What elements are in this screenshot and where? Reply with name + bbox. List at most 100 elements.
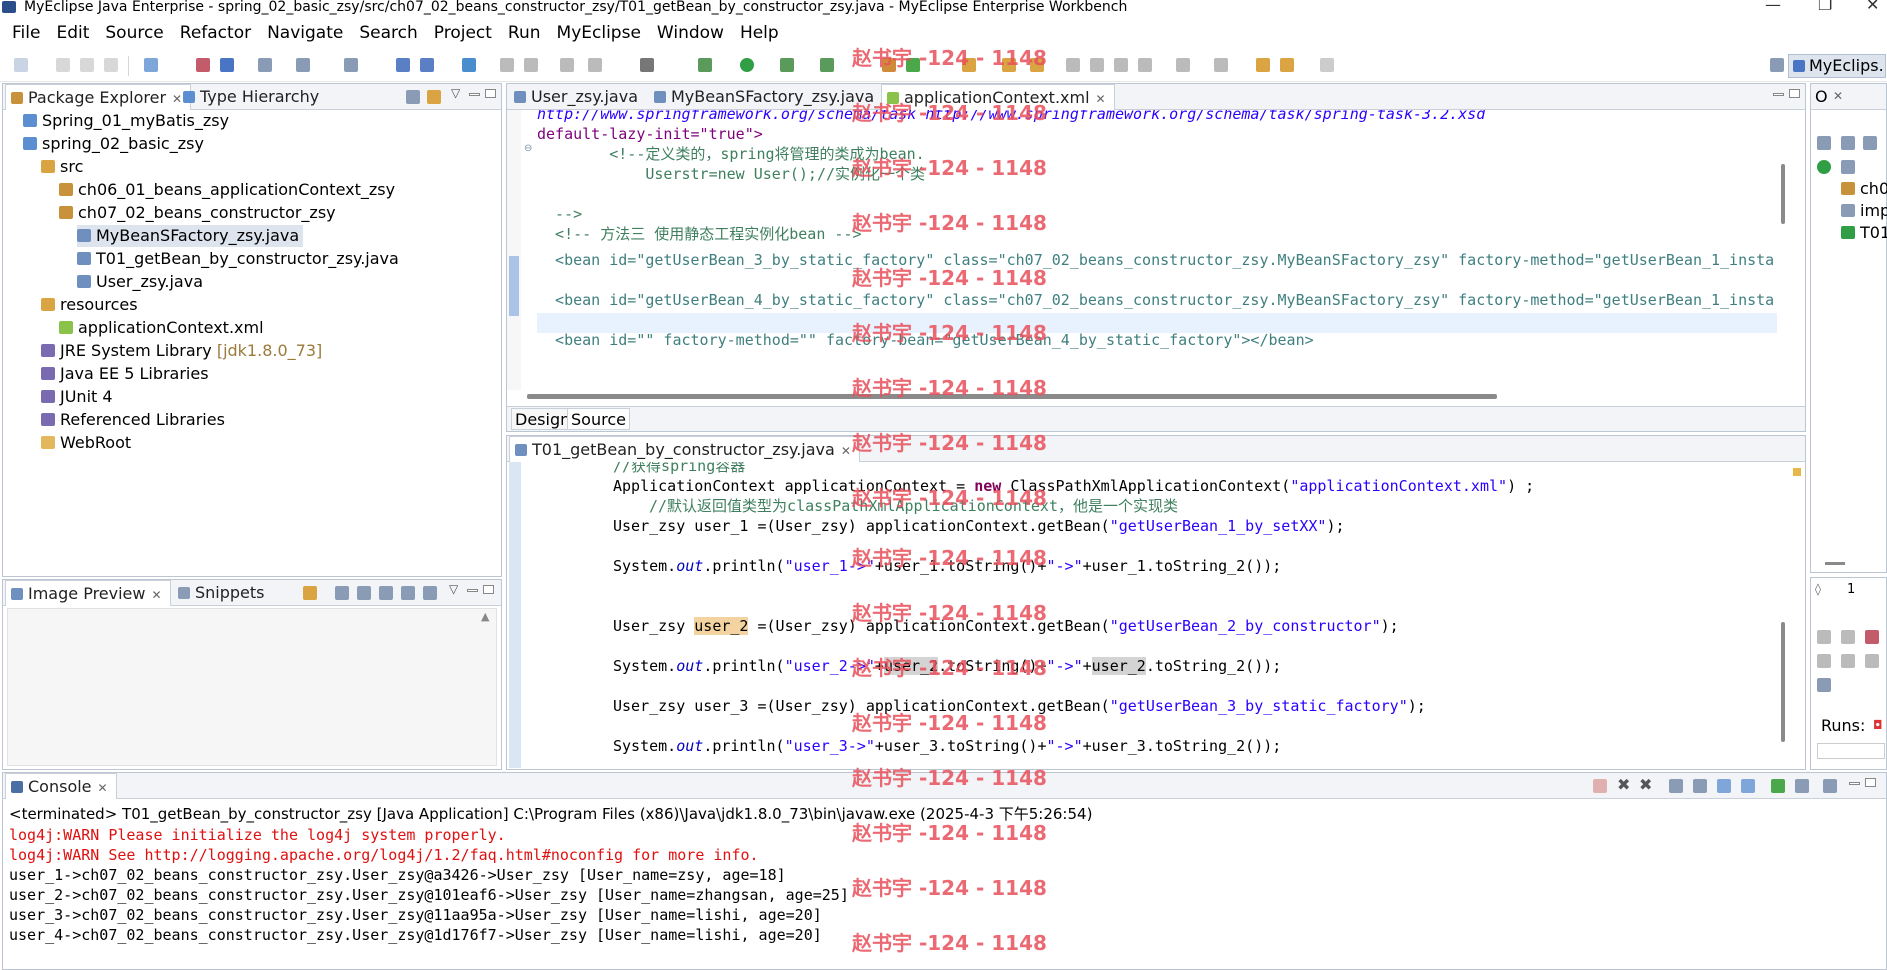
terminate-icon[interactable] — [1593, 779, 1607, 793]
minimize-icon[interactable] — [467, 589, 478, 592]
menu-window[interactable]: Window — [649, 23, 732, 43]
save-all-icon[interactable] — [80, 58, 94, 72]
menu-file[interactable]: File — [4, 23, 48, 43]
java-code-area[interactable]: //获得spring容器 ApplicationContext applicat… — [537, 462, 1777, 768]
scroll-up-icon[interactable]: ▲ — [481, 610, 489, 623]
fit-window-icon[interactable] — [423, 586, 437, 600]
junit-icon[interactable]: ◊ — [1815, 582, 1821, 596]
tab-application-context[interactable]: applicationContext.xml ✕ — [881, 84, 1115, 110]
xml-code-area[interactable]: http://www.springframework.org/schema/ta… — [537, 110, 1777, 390]
outline-item[interactable]: imp — [1841, 200, 1887, 222]
open-perspective-icon[interactable] — [1770, 58, 1784, 72]
display-console-icon[interactable] — [1795, 779, 1809, 793]
console-output[interactable]: log4j:WARN Please initialize the log4j s… — [3, 825, 1883, 965]
close-window-button[interactable]: ✕ — [1866, 0, 1879, 13]
coverage-icon[interactable] — [780, 58, 794, 72]
menu-refactor[interactable]: Refactor — [172, 23, 259, 43]
tab-snippets[interactable]: Snippets — [173, 580, 273, 606]
tab-user-zsy[interactable]: User_zsy.java — [509, 84, 646, 110]
next-annotation-icon[interactable] — [1176, 58, 1190, 72]
zoom-out-icon[interactable] — [357, 586, 371, 600]
tree-item[interactable]: JRE System Library [jdk1.8.0_73] — [41, 340, 326, 362]
debug-icon[interactable] — [698, 58, 712, 72]
pin-icon[interactable] — [1002, 58, 1016, 72]
hide-nonpublic-icon[interactable] — [1841, 160, 1855, 174]
browser-icon[interactable] — [258, 58, 272, 72]
tree-item[interactable]: applicationContext.xml — [59, 317, 268, 339]
save-icon[interactable] — [56, 58, 70, 72]
maximize-icon[interactable] — [485, 89, 496, 98]
minimize-icon[interactable] — [469, 93, 480, 96]
show-stderr-icon[interactable] — [1741, 779, 1755, 793]
tab-console[interactable]: Console ✕ — [5, 773, 117, 799]
tree-item[interactable]: User_zsy.java — [77, 271, 207, 293]
close-icon[interactable]: ✕ — [98, 781, 108, 795]
run-icon[interactable] — [740, 58, 754, 72]
open-console-icon[interactable] — [1823, 779, 1837, 793]
last-edit-icon[interactable] — [1256, 58, 1270, 72]
show-stdout-icon[interactable] — [1717, 779, 1731, 793]
prev-annotation-icon[interactable] — [1214, 58, 1228, 72]
history-icon[interactable] — [524, 58, 538, 72]
perspective-button[interactable]: MyEclips... — [1788, 54, 1886, 78]
tree-item[interactable]: spring_02_basic_zsy — [23, 133, 208, 155]
rerun-failed-icon[interactable] — [1841, 654, 1855, 668]
refresh-icon[interactable] — [303, 586, 317, 600]
monitor-icon[interactable] — [640, 58, 654, 72]
restore-window-button[interactable]: ❐ — [1818, 0, 1832, 13]
view-menu-icon[interactable]: ▽ — [451, 86, 460, 100]
new-class-icon[interactable] — [882, 58, 896, 72]
tree-item[interactable]: MyBeanSFactory_zsy.java — [77, 225, 304, 247]
tree-item[interactable]: WebRoot — [41, 432, 135, 454]
menu-myeclipse[interactable]: MyEclipse — [549, 23, 649, 43]
tree-item[interactable]: JUnit 4 — [41, 386, 117, 408]
tree-item[interactable]: ch07_02_beans_constructor_zsy — [59, 202, 340, 224]
maximize-icon[interactable] — [1789, 89, 1800, 98]
globe-icon[interactable] — [462, 58, 476, 72]
link-editor-icon[interactable] — [427, 90, 441, 104]
tab-mybeansfactory[interactable]: MyBeanSFactory_zsy.java — [649, 84, 882, 110]
view-menu-icon[interactable]: ▽ — [449, 582, 458, 596]
tree-item[interactable]: ch06_01_beans_applicationContext_zsy — [59, 179, 399, 201]
outline-item[interactable]: T01 — [1841, 222, 1887, 244]
back-icon[interactable] — [1280, 58, 1294, 72]
tab-package-explorer[interactable]: Package Explorer ✕ — [5, 84, 192, 110]
prev-failure-icon[interactable] — [1841, 630, 1855, 644]
close-icon[interactable]: ✕ — [841, 444, 851, 458]
tasks-icon[interactable] — [420, 58, 434, 72]
warning-marker-icon[interactable] — [1793, 468, 1801, 476]
outline-item[interactable]: ch0 — [1841, 178, 1887, 200]
next-failure-icon[interactable] — [1817, 630, 1831, 644]
actual-size-icon[interactable] — [401, 586, 415, 600]
hide-static-icon[interactable] — [1863, 136, 1877, 150]
block-select-icon[interactable] — [1114, 58, 1128, 72]
window-icon[interactable] — [560, 58, 574, 72]
tab-t01-getbean[interactable]: T01_getBean_by_constructor_zsy.java ✕ — [509, 436, 860, 462]
remove-all-icon[interactable]: ✖ — [1639, 775, 1652, 794]
tree-item[interactable]: T01_getBean_by_constructor_zsy.java — [77, 248, 403, 270]
deploy-icon[interactable] — [196, 58, 210, 72]
external-run-icon[interactable] — [820, 58, 834, 72]
fold-icon[interactable]: ⊖ — [524, 143, 532, 154]
menu-edit[interactable]: Edit — [48, 23, 97, 43]
menu-project[interactable]: Project — [426, 23, 500, 43]
maximize-icon[interactable] — [1865, 778, 1876, 787]
close-icon[interactable]: ✕ — [1833, 89, 1843, 103]
pin-console-icon[interactable] — [1771, 779, 1785, 793]
hierarchy-icon[interactable] — [396, 58, 410, 72]
horizontal-scrollbar[interactable] — [527, 394, 1797, 400]
tab-type-hierarchy[interactable]: Type Hierarchy — [178, 84, 327, 110]
stop-icon[interactable] — [1865, 654, 1879, 668]
ext-tools-icon[interactable] — [588, 58, 602, 72]
forward-icon[interactable] — [1320, 58, 1334, 72]
menu-navigate[interactable]: Navigate — [259, 23, 351, 43]
minimize-icon[interactable] — [1773, 93, 1784, 96]
maximize-icon[interactable] — [483, 585, 494, 594]
minimize-window-button[interactable]: — — [1765, 0, 1781, 13]
sort-icon[interactable] — [1817, 136, 1831, 150]
new-project-icon[interactable] — [144, 58, 158, 72]
open-type-icon[interactable] — [296, 58, 310, 72]
menu-search[interactable]: Search — [351, 23, 425, 43]
outline-tab[interactable]: O — [1815, 87, 1828, 106]
zoom-in-icon[interactable] — [379, 586, 393, 600]
